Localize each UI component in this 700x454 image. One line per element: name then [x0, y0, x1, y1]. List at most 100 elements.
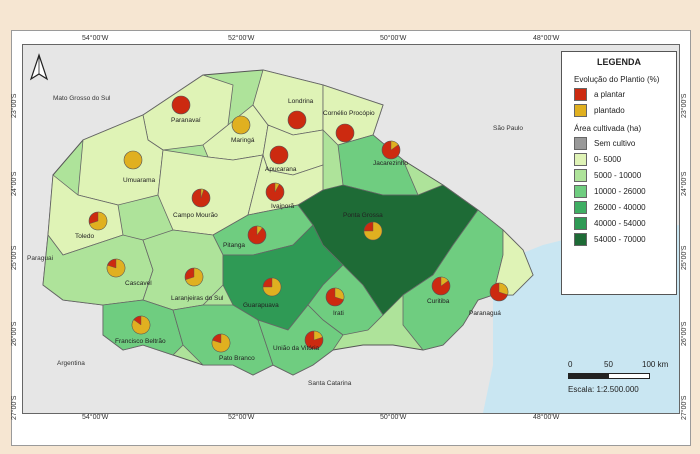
- region-label-toledo: Toledo: [75, 233, 95, 240]
- coord-right-5: 27°00'S: [681, 395, 688, 420]
- swatch-class-3: [574, 184, 587, 198]
- coord-top-1: 54°00'W: [82, 35, 109, 42]
- legend-row-plantado: plantado: [574, 103, 676, 117]
- region-label-uniao-da-vitoria: União da Vitória: [273, 345, 320, 352]
- pie-campo-mourao: [191, 188, 211, 208]
- pie-apucarana: [269, 145, 289, 165]
- coord-right-3: 25°00'S: [681, 245, 688, 270]
- legend-class-5: 40000 - 54000: [594, 218, 646, 228]
- region-label-guarapuava: Guarapuava: [243, 302, 279, 309]
- region-label-irati: Irati: [333, 310, 344, 317]
- pie-slice-a-plantar: [269, 145, 289, 165]
- region-label-pitanga: Pitanga: [223, 242, 245, 249]
- region-label-ivaipora: Ivaiporã: [271, 203, 295, 210]
- region-label-londrina: Londrina: [288, 98, 314, 105]
- swatch-class-2: [574, 168, 587, 182]
- coord-left-1: 23°00'S: [11, 93, 18, 118]
- legend-row-class-5: 40000 - 54000: [574, 216, 676, 230]
- coord-right-4: 26°00'S: [681, 321, 688, 346]
- label-paraguai: Paraguai: [27, 255, 53, 262]
- legend-area-title: Área cultivada (ha): [574, 124, 642, 133]
- region-label-campo-mourao: Campo Mourão: [173, 212, 218, 219]
- label-sao-paulo: São Paulo: [493, 125, 523, 132]
- coord-bottom-2: 52°00'W: [228, 414, 255, 421]
- legend-row-class-2: 5000 - 10000: [574, 168, 676, 182]
- coord-left-3: 25°00'S: [11, 245, 18, 270]
- legend-row-class-0: Sem cultivo: [574, 136, 676, 150]
- coord-left-5: 27°00'S: [11, 395, 18, 420]
- swatch-class-6: [574, 232, 587, 246]
- legend-title: LEGENDA: [596, 57, 641, 67]
- label-santa-catarina: Santa Catarina: [308, 380, 352, 387]
- region-label-jacarezinho: Jacarezinho: [373, 160, 408, 167]
- region-label-curitiba: Curitiba: [427, 298, 450, 305]
- legend-class-0: Sem cultivo: [594, 138, 636, 148]
- region-label-paranagua: Paranaguá: [469, 310, 501, 317]
- swatch-plantado: [574, 103, 587, 117]
- legend-class-1: 0- 5000: [594, 154, 622, 164]
- scale-tick-100: 100 km: [642, 360, 669, 369]
- pie-paranagua: [489, 282, 509, 302]
- pie-ivaipora: [265, 182, 285, 202]
- pie-irati: [325, 287, 345, 307]
- coord-right-2: 24°00'S: [681, 171, 688, 196]
- swatch-a-plantar: [574, 87, 587, 101]
- pie-slice-plantado: [123, 150, 143, 170]
- legend-row-class-6: 54000 - 70000: [574, 232, 676, 246]
- legend-row-class-4: 26000 - 40000: [574, 200, 676, 214]
- region-label-paranavai: Paranavaí: [171, 117, 201, 124]
- legend-evolution-title: Evolução do Plantio (%): [574, 75, 660, 84]
- pie-guarapuava: [262, 277, 282, 297]
- coord-top-2: 52°00'W: [228, 35, 255, 42]
- legend-class-3: 10000 - 26000: [594, 186, 646, 196]
- pie-laranjeiras-do-sul: [184, 267, 204, 287]
- pie-toledo: [88, 211, 108, 231]
- legend-plantado-label: plantado: [594, 105, 625, 115]
- scale-tick-0: 0: [568, 360, 573, 369]
- pie-jacarezinho: [381, 140, 401, 160]
- region-label-francisco-beltrao: Francisco Beltrão: [115, 338, 166, 345]
- pie-umuarama: [123, 150, 143, 170]
- pie-cascavel: [106, 258, 126, 278]
- pie-curitiba: [431, 276, 451, 296]
- legend: LEGENDA Evolução do Plantio (%) a planta…: [561, 51, 677, 295]
- pie-londrina: [287, 110, 307, 130]
- pie-maringa: [231, 115, 251, 135]
- legend-class-4: 26000 - 40000: [594, 202, 646, 212]
- region-label-cornelio-procopio: Cornélio Procópio: [323, 110, 375, 117]
- legend-a-plantar-label: a plantar: [594, 89, 626, 99]
- scale-bar: 0 50 100 km Escala: 1:2.500.000: [568, 360, 678, 410]
- region-label-cascavel: Cascavel: [125, 280, 152, 287]
- pie-paranavai: [171, 95, 191, 115]
- region-label-maringa: Maringá: [231, 137, 255, 144]
- pie-pitanga: [247, 225, 267, 245]
- legend-row-class-1: 0- 5000: [574, 152, 676, 166]
- legend-row-class-3: 10000 - 26000: [574, 184, 676, 198]
- coord-top-4: 48°00'W: [533, 35, 560, 42]
- pie-slice-a-plantar: [171, 95, 191, 115]
- scale-text: Escala: 1:2.500.000: [568, 385, 639, 394]
- scale-tick-50: 50: [604, 360, 613, 369]
- coord-bottom-4: 48°00'W: [533, 414, 560, 421]
- region-label-laranjeiras-do-sul: Laranjeiras do Sul: [171, 295, 224, 302]
- legend-class-6: 54000 - 70000: [594, 234, 646, 244]
- legend-class-2: 5000 - 10000: [594, 170, 642, 180]
- swatch-class-0: [574, 136, 587, 150]
- swatch-class-1: [574, 152, 587, 166]
- region-label-ponta-grossa: Ponta Grossa: [343, 212, 383, 219]
- pie-francisco-beltrao: [131, 315, 151, 335]
- coord-bottom-1: 54°00'W: [82, 414, 109, 421]
- coord-right-1: 23°00'S: [681, 93, 688, 118]
- coord-left-2: 24°00'S: [11, 171, 18, 196]
- region-label-apucarana: Apucarana: [265, 166, 297, 173]
- pie-pato-branco: [211, 333, 231, 353]
- label-argentina: Argentina: [57, 360, 85, 367]
- pie-cornelio-procopio: [335, 123, 355, 143]
- scale-bar-graphic: [568, 373, 650, 379]
- coord-left-4: 26°00'S: [11, 321, 18, 346]
- pie-slice-plantado: [231, 115, 251, 135]
- pie-ponta-grossa: [363, 221, 383, 241]
- legend-row-a-plantar: a plantar: [574, 87, 676, 101]
- coord-bottom-3: 50°00'W: [380, 414, 407, 421]
- label-mato-grosso-do-sul: Mato Grosso do Sul: [53, 95, 111, 102]
